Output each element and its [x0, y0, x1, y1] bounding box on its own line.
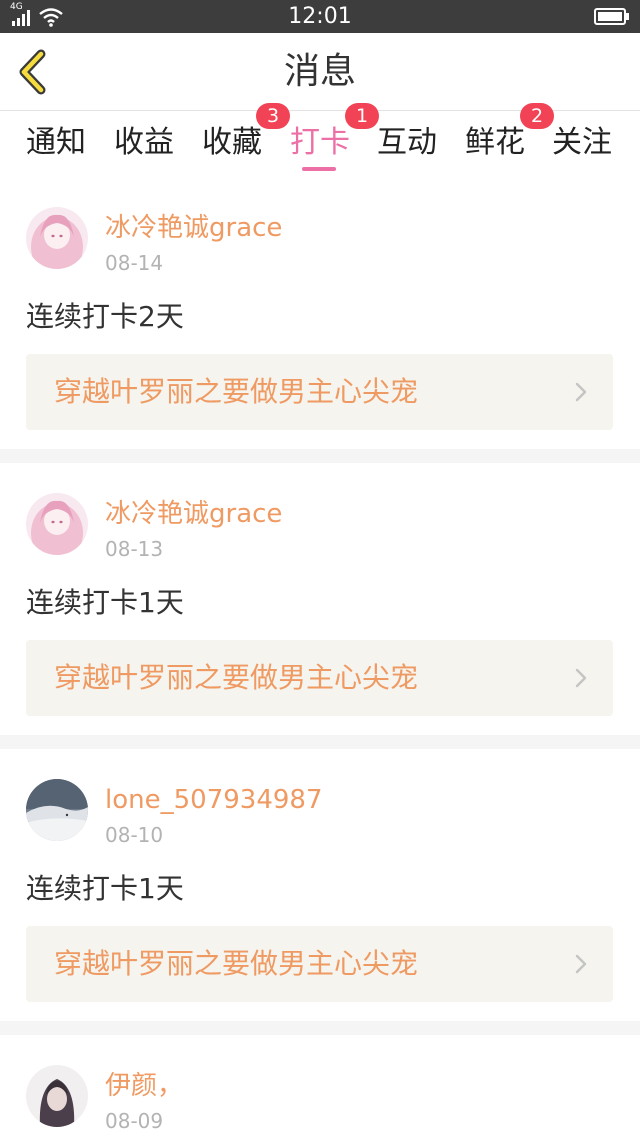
book-link[interactable]: 穿越叶罗丽之要做男主心尖宠: [26, 354, 613, 430]
tab-follow[interactable]: 关注: [550, 111, 614, 177]
user-name[interactable]: 冰冷艳诚grace: [105, 209, 282, 247]
post-date: 08-13: [105, 537, 164, 561]
tab-bar: 通知 收益 收藏 3 打卡 1 互动 鲜花 2 关注: [0, 103, 640, 177]
app-screen: 4G 12:01 消息 通知 收益 收藏 3 打卡 1 互动 鲜花 2 关注 冰…: [0, 0, 640, 1138]
book-title: 穿越叶罗丽之要做男主心尖宠: [54, 661, 419, 694]
chevron-right-icon: [575, 668, 587, 688]
user-name[interactable]: 伊颜，: [105, 1067, 183, 1105]
tab-favorites[interactable]: 收藏 3: [200, 103, 290, 177]
avatar-image: [26, 1065, 88, 1127]
checkin-text: 连续打卡1天: [26, 872, 184, 905]
list-item: 冰冷艳诚grace 08-14 连续打卡2天 穿越叶罗丽之要做男主心尖宠: [0, 177, 640, 449]
tab-badge: 3: [256, 103, 290, 129]
tab-flowers[interactable]: 鲜花 2: [463, 103, 554, 177]
avatar-image: [26, 779, 88, 841]
tab-label: 收藏: [202, 125, 262, 160]
post-date: 08-10: [105, 823, 164, 847]
tab-interactions[interactable]: 互动: [375, 111, 439, 177]
book-title: 穿越叶罗丽之要做男主心尖宠: [54, 947, 419, 980]
post-date: 08-14: [105, 251, 164, 275]
user-name[interactable]: lone_507934987: [105, 781, 322, 819]
list-item: lone_507934987 08-10 连续打卡1天 穿越叶罗丽之要做男主心尖…: [0, 749, 640, 1021]
tab-label: 收益: [114, 125, 174, 160]
tab-earnings[interactable]: 收益: [112, 111, 176, 177]
list-item: 伊颜， 08-09: [0, 1035, 640, 1138]
post-date: 08-09: [105, 1109, 164, 1133]
avatar[interactable]: [26, 779, 88, 841]
tab-notifications[interactable]: 通知: [24, 111, 88, 177]
avatar[interactable]: [26, 207, 88, 269]
checkin-list: 冰冷艳诚grace 08-14 连续打卡2天 穿越叶罗丽之要做男主心尖宠 冰冷艳…: [0, 177, 640, 1138]
tab-badge: 1: [345, 103, 379, 129]
status-time: 12:01: [288, 4, 352, 29]
active-tab-indicator: [302, 167, 336, 171]
page-title: 消息: [283, 51, 356, 92]
avatar-image: [26, 493, 88, 555]
navigation-bar: 消息: [0, 33, 640, 111]
avatar[interactable]: [26, 1065, 88, 1127]
user-name[interactable]: 冰冷艳诚grace: [105, 495, 282, 533]
tab-badge: 2: [520, 103, 554, 129]
book-link[interactable]: 穿越叶罗丽之要做男主心尖宠: [26, 640, 613, 716]
list-item: 冰冷艳诚grace 08-13 连续打卡1天 穿越叶罗丽之要做男主心尖宠: [0, 463, 640, 735]
avatar[interactable]: [26, 493, 88, 555]
chevron-right-icon: [575, 954, 587, 974]
chevron-right-icon: [575, 382, 587, 402]
book-link[interactable]: 穿越叶罗丽之要做男主心尖宠: [26, 926, 613, 1002]
tab-label: 互动: [377, 125, 437, 160]
battery-icon: [594, 8, 629, 25]
checkin-text: 连续打卡1天: [26, 586, 184, 619]
tab-label: 通知: [26, 125, 86, 160]
avatar-image: [26, 207, 88, 269]
tab-checkin[interactable]: 打卡 1: [288, 103, 379, 177]
tab-label: 打卡: [290, 125, 350, 160]
tab-label: 鲜花: [465, 125, 525, 160]
checkin-text: 连续打卡2天: [26, 300, 184, 333]
book-title: 穿越叶罗丽之要做男主心尖宠: [54, 375, 419, 408]
tab-label: 关注: [552, 125, 612, 160]
status-bar: 4G 12:01: [0, 0, 640, 33]
